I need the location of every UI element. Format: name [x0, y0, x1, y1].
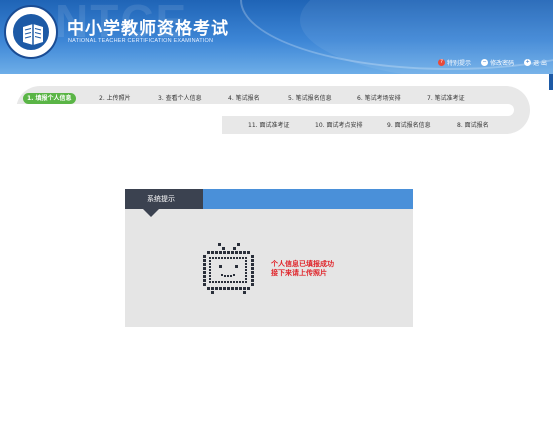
step-nav-gap-left — [16, 116, 222, 134]
step-5-written-registration-info[interactable]: 5. 笔试报名信息 — [284, 93, 336, 104]
step-10-interview-venue[interactable]: 10. 面试考点安排 — [311, 120, 366, 131]
minus-icon: − — [481, 59, 489, 66]
step-nav-gap — [16, 104, 514, 116]
panel-title: 系统提示 — [125, 189, 203, 209]
system-message: 个人信息已填报成功 接下来请上传照片 — [271, 260, 334, 278]
change-password-label: 修改密码 — [490, 60, 515, 67]
step-4-written-registration[interactable]: 4. 笔试报名 — [224, 93, 264, 104]
special-notice-link[interactable]: ? 特别提示 — [438, 58, 471, 67]
site-header: NTCE 中小学教师资格考试 NATIONAL TEACHER CERTIFIC… — [0, 0, 553, 74]
site-subtitle: NATIONAL TEACHER CERTIFICATION EXAMINATI… — [68, 38, 214, 44]
question-icon: ? — [438, 59, 446, 66]
step-7-written-admission-ticket[interactable]: 7. 笔试准考证 — [423, 93, 469, 104]
system-message-panel: 系统提示 个人信息已填报成功 接下来请上传照片 — [125, 189, 413, 327]
step-11-interview-admission-ticket[interactable]: 11. 面试准考证 — [244, 120, 293, 131]
logout-label: 退 出 — [533, 60, 547, 67]
change-password-link[interactable]: − 修改密码 — [481, 58, 514, 67]
scrollbar[interactable] — [549, 74, 553, 90]
message-line-2: 接下来请上传照片 — [271, 269, 327, 277]
plus-icon: + — [524, 59, 532, 66]
top-links: ? 特别提示 − 修改密码 + 退 出 — [438, 58, 547, 67]
tv-icon — [203, 243, 254, 294]
step-3-view-personal-info[interactable]: 3. 查看个人信息 — [154, 93, 206, 104]
step-8-interview-registration[interactable]: 8. 面试报名 — [453, 120, 493, 131]
logout-link[interactable]: + 退 出 — [524, 58, 547, 67]
site-logo — [4, 5, 58, 59]
step-1-personal-info[interactable]: 1. 填报个人信息 — [23, 93, 76, 104]
step-6-written-venue[interactable]: 6. 笔试考场安排 — [353, 93, 405, 104]
book-icon — [23, 24, 43, 45]
panel-title-pointer — [143, 209, 159, 217]
special-notice-label: 特别提示 — [447, 60, 472, 67]
step-2-upload-photo[interactable]: 2. 上传照片 — [95, 93, 135, 104]
step-9-interview-registration-info[interactable]: 9. 面试报名信息 — [383, 120, 435, 131]
message-line-1: 个人信息已填报成功 — [271, 260, 334, 268]
site-title: 中小学教师资格考试 — [67, 19, 229, 39]
